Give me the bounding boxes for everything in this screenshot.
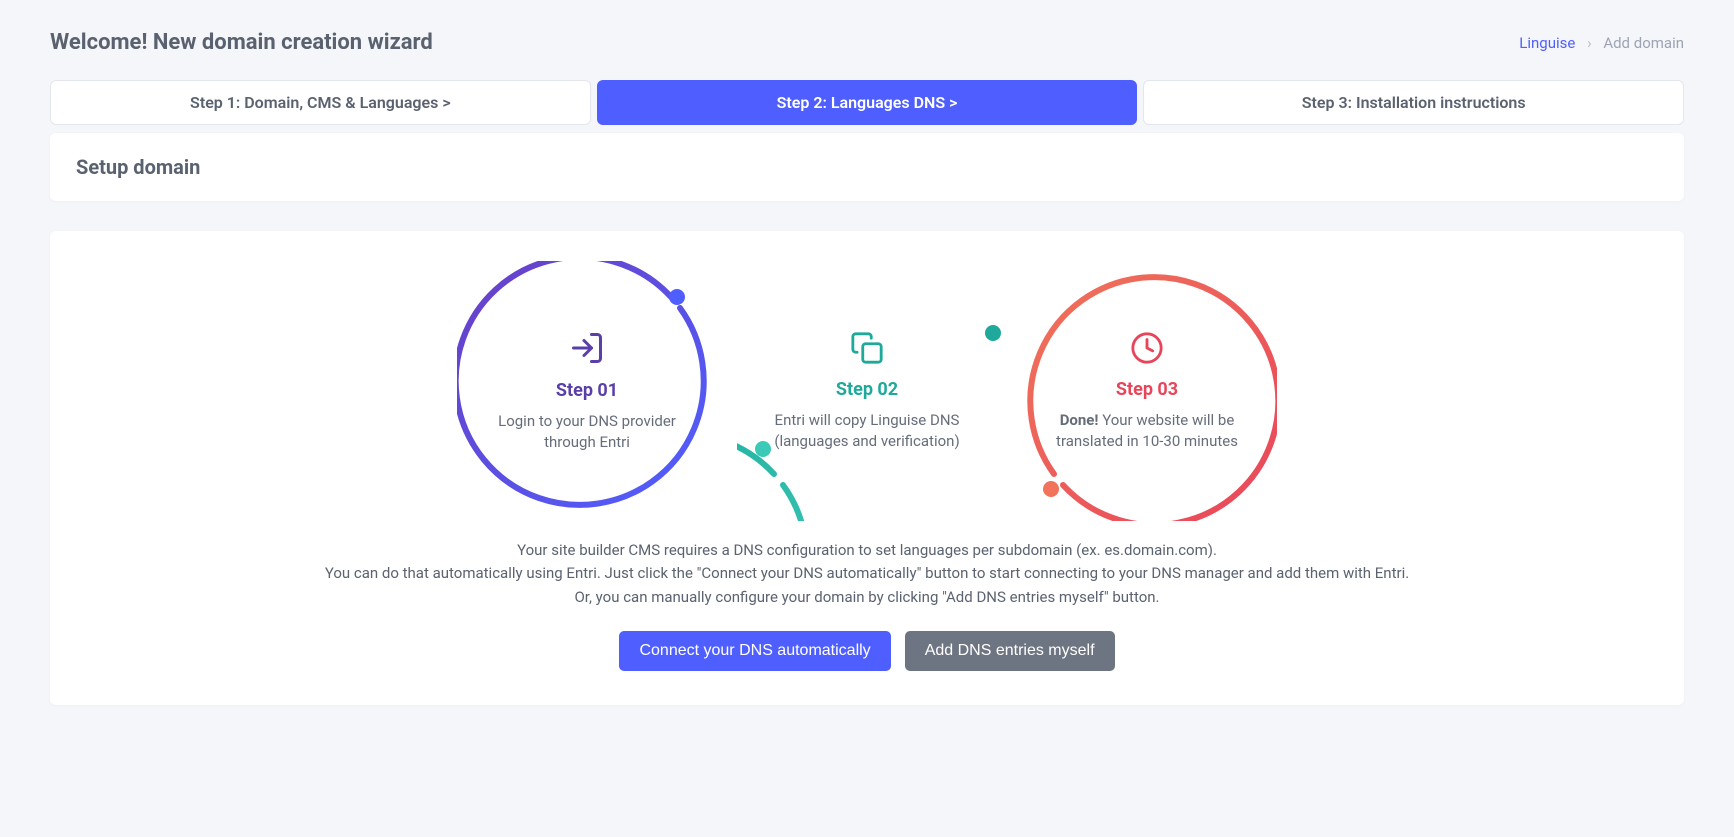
step2-desc: Entri will copy Linguise DNS (languages …	[767, 410, 967, 452]
wizard-steps-nav: Step 1: Domain, CMS & Languages > Step 2…	[50, 80, 1684, 125]
step1-label: Step 01	[556, 380, 618, 401]
step3-desc: Done! Your website will be translated in…	[1047, 410, 1247, 452]
chevron-right-icon: ›	[1587, 34, 1592, 52]
add-dns-entries-myself-button[interactable]: Add DNS entries myself	[905, 631, 1115, 671]
setup-description: Your site builder CMS requires a DNS con…	[80, 539, 1654, 609]
steps-diagram: Step 01 Login to your DNS provider throu…	[80, 261, 1654, 521]
diagram-step-1: Step 01 Login to your DNS provider throu…	[457, 261, 717, 521]
clock-icon	[1130, 331, 1164, 369]
step3-label: Step 03	[1116, 379, 1178, 400]
step-tab-2[interactable]: Step 2: Languages DNS >	[597, 80, 1138, 125]
breadcrumb-current: Add domain	[1603, 34, 1684, 52]
step-tab-3[interactable]: Step 3: Installation instructions	[1143, 80, 1684, 125]
diagram-step-2: Step 02 Entri will copy Linguise DNS (la…	[737, 261, 997, 521]
step2-dot-right	[985, 325, 1001, 341]
desc-line-3: Or, you can manually configure your doma…	[80, 586, 1654, 609]
connect-dns-automatically-button[interactable]: Connect your DNS automatically	[619, 631, 890, 671]
setup-domain-panel: Setup domain	[50, 133, 1684, 201]
desc-line-2: You can do that automatically using Entr…	[80, 562, 1654, 585]
breadcrumb-root-link[interactable]: Linguise	[1519, 34, 1575, 52]
dns-setup-panel: Step 01 Login to your DNS provider throu…	[50, 231, 1684, 705]
step2-label: Step 02	[836, 379, 898, 400]
desc-line-1: Your site builder CMS requires a DNS con…	[80, 539, 1654, 562]
step1-desc: Login to your DNS provider through Entri	[487, 411, 687, 453]
diagram-step-3: Step 03 Done! Your website will be trans…	[1017, 261, 1277, 521]
page-title: Welcome! New domain creation wizard	[50, 30, 433, 55]
panel-title: Setup domain	[76, 155, 1658, 179]
login-icon	[569, 330, 605, 370]
copy-icon	[850, 331, 884, 369]
step-tab-1[interactable]: Step 1: Domain, CMS & Languages >	[50, 80, 591, 125]
breadcrumb: Linguise › Add domain	[1519, 34, 1684, 52]
